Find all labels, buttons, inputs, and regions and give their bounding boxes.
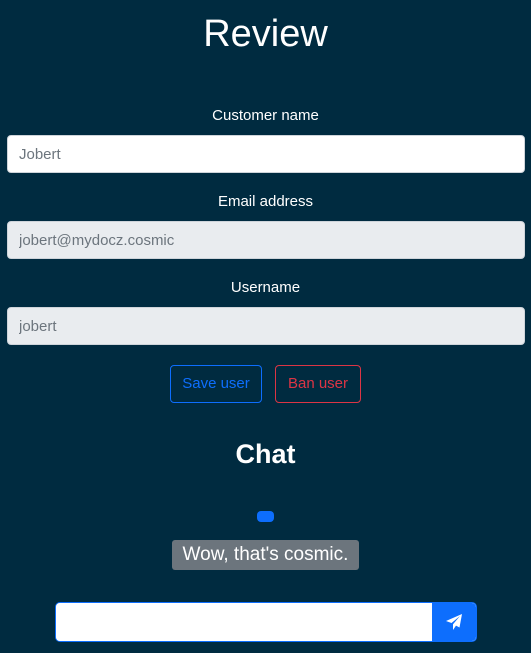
customer-name-label: Customer name [212, 107, 319, 124]
customer-name-input[interactable] [7, 135, 525, 173]
chat-title: Chat [235, 439, 296, 469]
email-label: Email address [217, 193, 314, 210]
username-label: Username [230, 279, 301, 296]
email-field[interactable] [7, 221, 525, 259]
save-user-button[interactable]: Save user [170, 365, 262, 403]
message-input[interactable] [56, 603, 432, 641]
ban-user-button[interactable]: Ban user [275, 365, 361, 403]
paper-plane-icon [445, 613, 463, 631]
page-title: Review [203, 13, 328, 55]
send-message-button[interactable] [432, 603, 476, 641]
chat-message-other: Wow, that's cosmic. [172, 540, 359, 570]
chat-message-self [257, 511, 274, 522]
username-field[interactable] [7, 307, 525, 345]
chat-composer [55, 602, 477, 642]
